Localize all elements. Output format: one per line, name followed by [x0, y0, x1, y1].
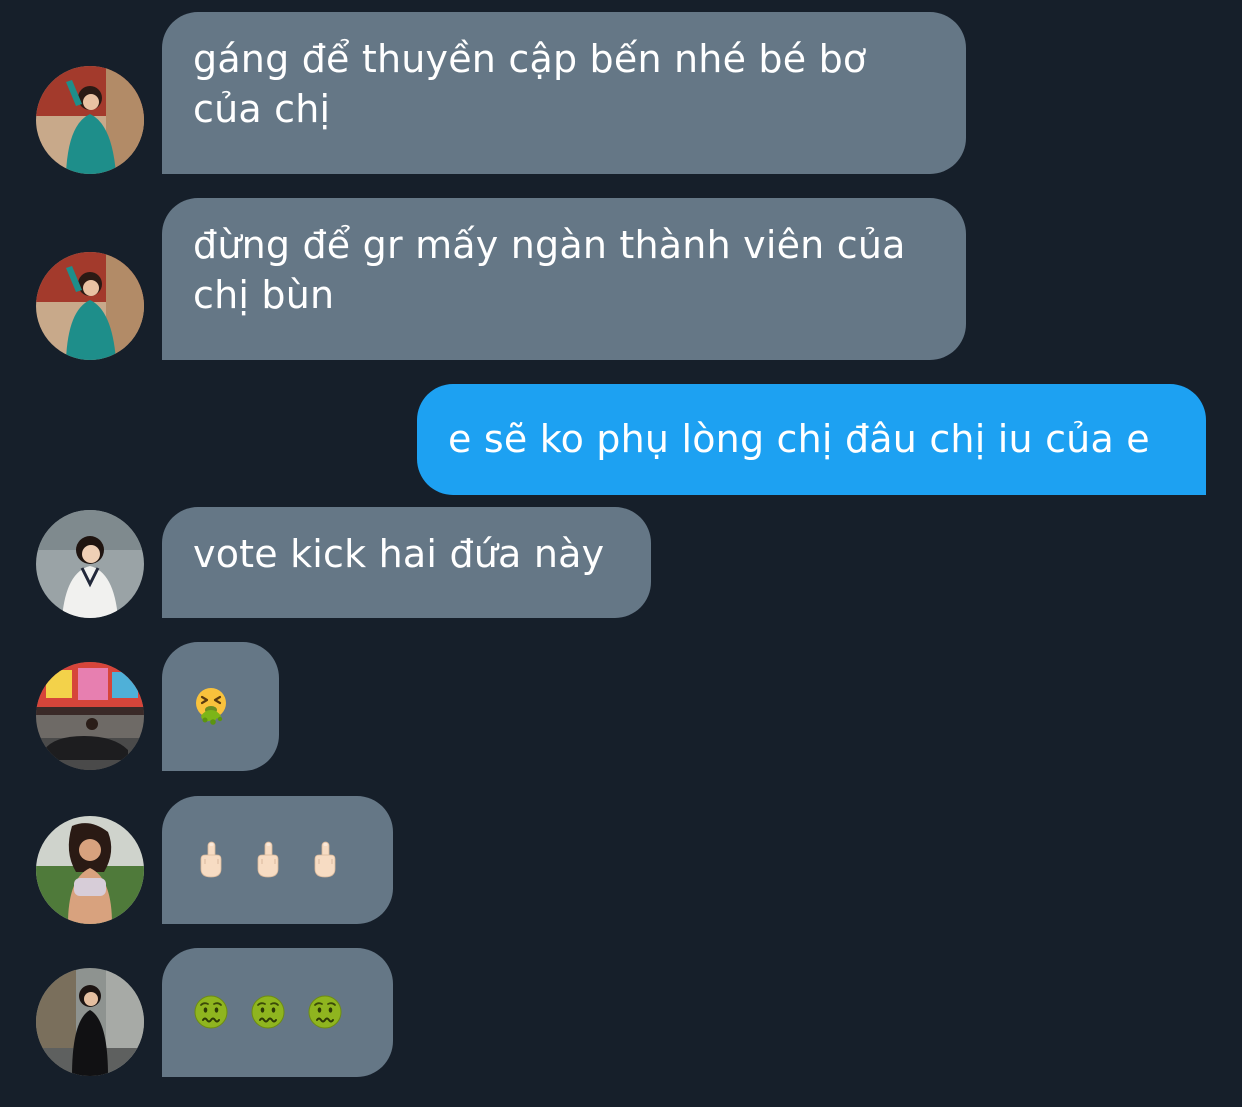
emoji-row [193, 838, 393, 882]
nauseated-face-icon [193, 992, 229, 1032]
message-text: đừng để gr mấy ngàn thành viên của chị b… [193, 223, 906, 317]
avatar-woman-white-sweater[interactable] [36, 510, 144, 618]
middle-finger-icon [307, 840, 343, 880]
nauseated-face-icon [250, 992, 286, 1032]
profile-photo-icon [36, 816, 144, 924]
message-bubble-incoming[interactable] [162, 642, 279, 771]
message-bubble-incoming[interactable]: vote kick hai đứa này [162, 507, 651, 618]
message-bubble-incoming[interactable]: đừng để gr mấy ngàn thành viên của chị b… [162, 198, 966, 360]
message-bubble-incoming[interactable] [162, 796, 393, 924]
message-bubble-incoming[interactable] [162, 948, 393, 1077]
message-text: e sẽ ko phụ lòng chị đâu chị iu của e [448, 417, 1150, 461]
middle-finger-icon [193, 840, 229, 880]
message-thread: gáng để thuyền cập bến nhé bé bơ của chị… [0, 0, 1242, 1107]
profile-photo-icon [36, 252, 144, 360]
avatar-woman-teal-dress[interactable] [36, 252, 144, 360]
nauseated-face-icon [307, 992, 343, 1032]
message-text: vote kick hai đứa này [193, 532, 605, 576]
avatar-woman-black-outfit[interactable] [36, 968, 144, 1076]
message-bubble-incoming[interactable]: gáng để thuyền cập bến nhé bé bơ của chị [162, 12, 966, 174]
profile-photo-icon [36, 66, 144, 174]
emoji-row [193, 990, 393, 1034]
profile-photo-icon [36, 662, 144, 770]
avatar-woman-teal-dress[interactable] [36, 66, 144, 174]
profile-photo-icon [36, 968, 144, 1076]
message-bubble-outgoing[interactable]: e sẽ ko phụ lòng chị đâu chị iu của e [417, 384, 1206, 495]
avatar-woman-sports-top[interactable] [36, 816, 144, 924]
middle-finger-icon [250, 840, 286, 880]
profile-photo-icon [36, 510, 144, 618]
vomiting-face-icon [193, 686, 229, 726]
emoji-row [193, 684, 279, 728]
message-text: gáng để thuyền cập bến nhé bé bơ của chị [193, 37, 867, 131]
avatar-street-scene[interactable] [36, 662, 144, 770]
